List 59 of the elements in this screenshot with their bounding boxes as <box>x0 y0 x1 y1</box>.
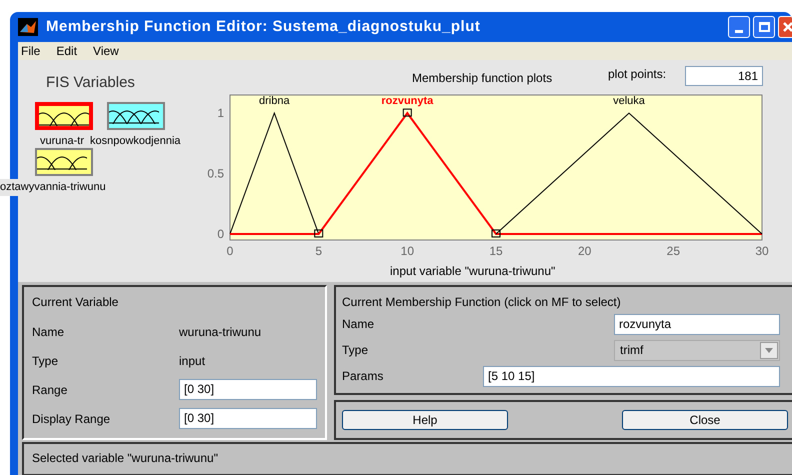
tick-label: 5 <box>315 244 322 258</box>
membership-line[interactable] <box>230 112 320 234</box>
tick-label: 25 <box>666 244 680 258</box>
minimize-button[interactable] <box>728 16 750 38</box>
input-field[interactable]: rozvunyta <box>614 314 780 334</box>
value-text: wuruna-triwunu <box>179 324 262 340</box>
tick-label: 15 <box>489 244 503 258</box>
window-title: Membership Function Editor: Sustema_diagnostuku_plut <box>46 16 480 37</box>
field-label: Type <box>342 342 370 359</box>
mf-label: rozvunyta <box>381 95 434 108</box>
mf-label: veluka <box>613 95 645 108</box>
vertex-handle[interactable] <box>314 229 324 238</box>
field-label: Range <box>32 382 68 398</box>
panel-title: FIS Variables <box>46 73 135 93</box>
tick-label: 0 <box>226 244 234 258</box>
variable-icon[interactable] <box>35 148 93 176</box>
tick-label: 0 <box>217 226 224 241</box>
variable-label[interactable]: vuruna-tr <box>0 133 84 150</box>
field-label: Display Range <box>32 410 112 428</box>
input-field[interactable]: [5 10 15] <box>483 366 780 386</box>
dialog-button[interactable]: Close <box>622 410 788 430</box>
menu-item[interactable]: File <box>21 42 40 60</box>
tick-label: 10 <box>400 244 414 258</box>
menu-item[interactable]: View <box>93 42 119 60</box>
variable-label[interactable]: kosnpowkodjennia <box>90 133 181 150</box>
vertex-handle[interactable] <box>492 229 500 238</box>
panel-title: Current Membership Function (click on MF to select) <box>342 294 622 311</box>
panel-title: Current Variable <box>32 294 120 311</box>
tick-label: 30 <box>755 244 769 258</box>
membership-line[interactable] <box>496 112 762 234</box>
dropdown-icon[interactable] <box>760 342 778 358</box>
plot-title: Membership function plots <box>412 70 552 87</box>
close-icon <box>782 21 792 33</box>
input-field[interactable]: [0 30] <box>179 408 317 429</box>
tick-label: 1 <box>217 106 224 120</box>
type-dropdown[interactable]: trimf <box>614 340 780 360</box>
dialog-button[interactable]: Help <box>342 410 508 430</box>
value-text: input <box>179 352 206 370</box>
field-label: Type <box>32 352 60 370</box>
input-field[interactable]: [0 30] <box>179 379 317 400</box>
variable-icon[interactable] <box>35 102 93 130</box>
field-label: plot points: <box>608 66 666 83</box>
field-label: Name <box>32 324 66 340</box>
plot-points-field[interactable]: 181 <box>685 66 763 86</box>
menu-item[interactable]: Edit <box>56 42 78 60</box>
tick-label: 0.5 <box>207 166 224 181</box>
close-button[interactable] <box>778 16 792 38</box>
field-label: Params <box>342 368 384 385</box>
variable-label[interactable]: oztawyvannia-triwunu <box>0 179 106 196</box>
maximize-button[interactable] <box>753 16 775 38</box>
tick-label: 20 <box>578 244 592 258</box>
membership-line[interactable] <box>230 111 762 235</box>
app-icon <box>18 18 38 36</box>
field-label: Name <box>342 316 376 333</box>
mf-label: dribna <box>259 95 290 108</box>
variable-icon[interactable] <box>107 102 165 130</box>
vertex-handle[interactable] <box>402 108 412 117</box>
axis-label: input variable "wuruna-triwunu" <box>390 263 556 280</box>
status-text: Selected variable "wuruna-triwunu" <box>32 451 218 465</box>
